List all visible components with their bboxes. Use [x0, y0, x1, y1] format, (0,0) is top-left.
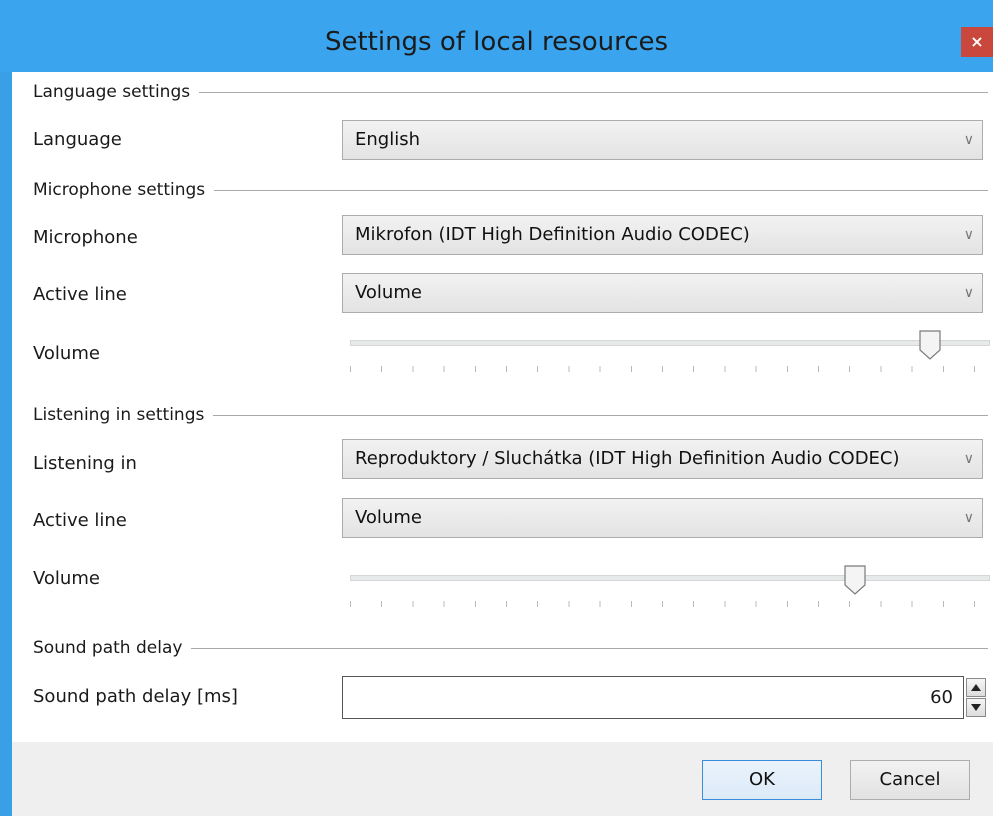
slider-thumb-icon[interactable] — [844, 565, 866, 595]
listening-select-value: Reproduktory / Sluchátka (IDT High Defin… — [355, 448, 900, 469]
mic-active-line-select[interactable]: Volume ∨ — [342, 273, 983, 313]
microphone-select-value: Mikrofon (IDT High Definition Audio CODE… — [355, 224, 750, 245]
spin-down-icon[interactable] — [966, 698, 986, 717]
chevron-down-icon: ∨ — [963, 451, 974, 467]
title-bar[interactable]: Settings of local resources × — [0, 0, 993, 72]
chevron-down-icon: ∨ — [963, 285, 974, 301]
close-button[interactable]: × — [961, 27, 993, 57]
slider-thumb-icon[interactable] — [919, 330, 941, 360]
cancel-button[interactable]: Cancel — [850, 760, 970, 800]
delay-spinner[interactable] — [964, 676, 988, 719]
language-label: Language — [33, 129, 122, 150]
delay-input[interactable]: 60 — [342, 676, 964, 719]
mic-volume-label: Volume — [33, 343, 100, 364]
listening-select[interactable]: Reproduktory / Sluchátka (IDT High Defin… — [342, 439, 983, 479]
listen-active-line-select[interactable]: Volume ∨ — [342, 498, 983, 538]
window-frame — [0, 0, 12, 816]
microphone-label: Microphone — [33, 227, 138, 248]
section-language: Language settings — [33, 80, 988, 104]
dialog-footer: OK Cancel — [12, 742, 993, 816]
ok-button[interactable]: OK — [702, 760, 822, 800]
section-delay: Sound path delay — [33, 636, 988, 660]
section-divider — [191, 647, 988, 649]
listen-active-line-label: Active line — [33, 510, 127, 531]
language-select-value: English — [355, 129, 420, 150]
listen-volume-label: Volume — [33, 568, 100, 589]
section-title-delay: Sound path delay — [33, 638, 183, 658]
mic-active-line-value: Volume — [355, 282, 422, 303]
slider-ticks — [350, 601, 990, 607]
listening-label: Listening in — [33, 453, 137, 474]
spin-up-icon[interactable] — [966, 678, 986, 697]
chevron-down-icon: ∨ — [963, 510, 974, 526]
listen-active-line-value: Volume — [355, 507, 422, 528]
chevron-down-icon: ∨ — [963, 227, 974, 243]
microphone-select[interactable]: Mikrofon (IDT High Definition Audio CODE… — [342, 215, 983, 255]
chevron-down-icon: ∨ — [963, 132, 974, 148]
dialog-body: Language settings Language English ∨ Mic… — [12, 72, 993, 816]
section-divider — [199, 91, 988, 93]
listen-volume-slider[interactable] — [350, 565, 990, 611]
section-listening: Listening in settings — [33, 403, 988, 427]
section-divider — [214, 189, 988, 191]
section-microphone: Microphone settings — [33, 178, 988, 202]
mic-active-line-label: Active line — [33, 284, 127, 305]
slider-track — [350, 340, 990, 346]
language-select[interactable]: English ∨ — [342, 120, 983, 160]
section-title-listening: Listening in settings — [33, 405, 205, 425]
section-divider — [213, 414, 988, 416]
mic-volume-slider[interactable] — [350, 330, 990, 376]
delay-label: Sound path delay [ms] — [33, 686, 238, 707]
section-title-microphone: Microphone settings — [33, 180, 206, 200]
slider-track — [350, 575, 990, 581]
section-title-language: Language settings — [33, 82, 191, 102]
slider-ticks — [350, 366, 990, 372]
